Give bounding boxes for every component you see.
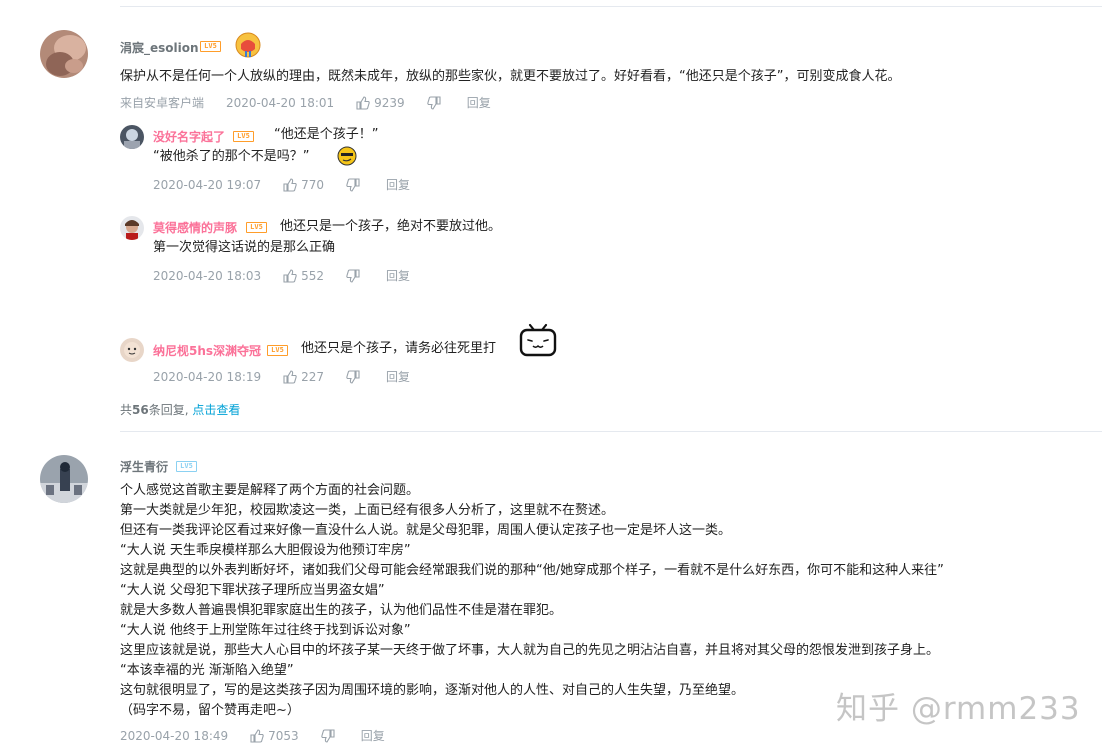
timestamp: 2020-04-20 19:07	[153, 177, 262, 192]
watermark: 知乎 @rmm233	[836, 691, 1081, 727]
dislike-button[interactable]	[346, 268, 364, 283]
comment-meta: 2020-04-20 18:49 7053 回复	[120, 727, 407, 744]
reply-meta: 2020-04-20 18:19 227 回复	[153, 368, 432, 385]
like-button[interactable]: 770	[283, 178, 324, 192]
level-badge: LV5	[176, 461, 197, 472]
bilibili-tv-icon	[518, 323, 558, 359]
dislike-icon	[346, 177, 360, 192]
level-badge: LV5	[246, 222, 267, 233]
like-button[interactable]: 9239	[356, 96, 405, 110]
like-count: 552	[301, 268, 325, 283]
comment-text-line: 这就是典型的以外表判断好坏，诸如我们父母可能会经常跟我们说的那种“他/她穿成那个…	[120, 563, 944, 578]
dislike-icon	[346, 369, 360, 384]
like-count: 770	[301, 177, 325, 192]
view-more-link[interactable]: 点击查看	[192, 403, 240, 417]
reply-button[interactable]: 回复	[386, 368, 410, 385]
comment-text-line: 但还有一类我评论区看过来好像一直没什么人说。就是父母犯罪，周围人便认定孩子也一定…	[120, 523, 732, 538]
reply-button[interactable]: 回复	[361, 727, 385, 744]
comment-text-line: “本该幸福的光 渐渐陷入绝望”	[120, 663, 294, 678]
like-count: 9239	[374, 95, 405, 110]
like-icon	[356, 95, 370, 110]
timestamp: 2020-04-20 18:01	[226, 95, 335, 110]
reply-count: 56	[132, 403, 149, 417]
timestamp: 2020-04-20 18:49	[120, 728, 229, 743]
username[interactable]: 没好名字起了	[153, 128, 225, 145]
comment-text-line: “大人说 他终于上刑堂陈年过往终于找到诉讼对象”	[120, 623, 411, 638]
avatar[interactable]	[40, 455, 88, 503]
like-icon	[250, 728, 264, 743]
dislike-button[interactable]	[426, 95, 445, 110]
comment-text-line: （码字不易，留个赞再走吧~）	[120, 703, 300, 718]
comment-text-line: 这里应该就是说，那些大人心目中的坏孩子某一天终于做了坏事，大人就为自己的先见之明…	[120, 643, 940, 658]
reply-text-line: “他还是个孩子！”	[274, 127, 379, 142]
reply-text-line: “被他杀了的那个不是吗？”	[153, 149, 310, 164]
dislike-button[interactable]	[320, 728, 339, 743]
avatar[interactable]	[120, 338, 144, 362]
dislike-icon	[346, 268, 360, 283]
top-divider	[120, 6, 1102, 7]
dislike-icon	[426, 95, 441, 110]
like-count: 227	[301, 369, 325, 384]
reply-meta: 2020-04-20 19:07 770 回复	[153, 176, 432, 193]
comment-text: 保护从不是任何一个人放纵的理由，既然未成年，放纵的那些家伙，就更不要放过了。好好…	[120, 69, 901, 84]
comment-text-line: 个人感觉这首歌主要是解释了两个方面的社会问题。	[120, 483, 420, 498]
comment-text-line: 第一大类就是少年犯，校园欺凌这一类，上面已经有很多人分析了，这里就不在赘述。	[120, 503, 615, 518]
reply-meta: 2020-04-20 18:03 552 回复	[153, 267, 432, 284]
emoji-sticker-icon	[234, 31, 262, 59]
like-button[interactable]: 227	[283, 370, 324, 384]
level-badge: LV5	[200, 41, 221, 52]
dislike-button[interactable]	[346, 177, 364, 192]
emoji-sticker-icon	[337, 146, 357, 166]
avatar[interactable]	[40, 30, 88, 78]
like-icon	[283, 177, 297, 192]
username[interactable]: 浮生青衍	[120, 458, 168, 475]
reply-button[interactable]: 回复	[386, 267, 410, 284]
more-suffix: 条回复,	[148, 403, 189, 417]
dislike-icon	[320, 728, 335, 743]
avatar[interactable]	[120, 216, 144, 240]
comment-text-line: 就是大多数人普遍畏惧犯罪家庭出生的孩子，认为他们品性不佳是潜在罪犯。	[120, 603, 563, 618]
comment-meta: 来自安卓客户端 2020-04-20 18:01 9239 回复	[120, 94, 513, 111]
level-badge: LV5	[267, 345, 288, 356]
username[interactable]: 纳尼枧5hs深渊夺冠	[153, 342, 261, 359]
reply-text-line: 他还只是个孩子，请务必往死里打	[301, 341, 497, 356]
timestamp: 2020-04-20 18:03	[153, 268, 262, 283]
reply-text-line: 他还只是一个孩子，绝对不要放过他。	[280, 219, 502, 234]
like-icon	[283, 369, 297, 384]
username[interactable]: 莫得感情的声豚	[153, 219, 237, 236]
like-button[interactable]: 7053	[250, 729, 299, 743]
client-source: 来自安卓客户端	[120, 96, 205, 110]
like-icon	[283, 268, 297, 283]
avatar[interactable]	[120, 125, 144, 149]
username[interactable]: 涓宸_esolion	[120, 39, 199, 56]
comment-text-line: 这句就很明显了，写的是这类孩子因为周围环境的影响，逐渐对他人的人性、对自己的人生…	[120, 683, 745, 698]
reply-text-line: 第一次觉得这话说的是那么正确	[153, 240, 336, 255]
view-more-replies: 共56条回复, 点击查看	[120, 401, 240, 418]
more-prefix: 共	[120, 403, 133, 417]
comment-text-line: “大人说 天生乖戾模样那么大胆假设为他预订牢房”	[120, 543, 411, 558]
reply-button[interactable]: 回复	[467, 94, 491, 111]
comment-divider	[120, 431, 1102, 432]
dislike-button[interactable]	[346, 369, 364, 384]
comment-text-line: “大人说 父母犯下罪状孩子理所应当男盗女娼”	[120, 583, 385, 598]
like-count: 7053	[268, 728, 299, 743]
level-badge: LV5	[233, 131, 254, 142]
like-button[interactable]: 552	[283, 269, 324, 283]
reply-button[interactable]: 回复	[386, 176, 410, 193]
timestamp: 2020-04-20 18:19	[153, 369, 262, 384]
